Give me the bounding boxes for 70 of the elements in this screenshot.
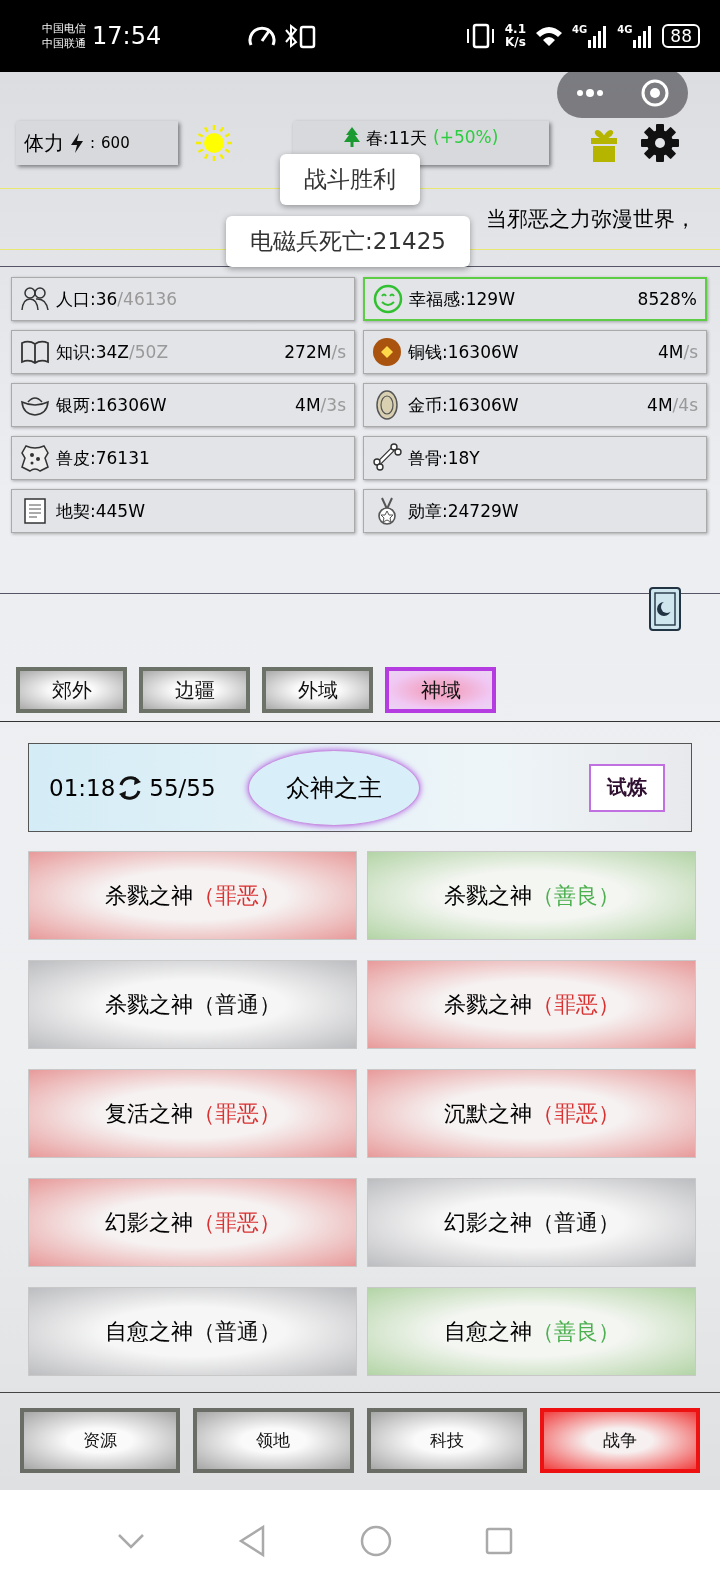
resource-amount: 人口:36/46136 [56,287,178,311]
god-card[interactable]: 复活之神（罪恶） [28,1069,357,1158]
resource-rate: 8528% [637,289,697,309]
god-card[interactable]: 杀戮之神（普通） [28,960,357,1049]
coin-icon [372,337,402,367]
carrier-name: 中国联通 [42,36,86,51]
god-card[interactable]: 幻影之神（普通） [367,1178,696,1267]
season-bonus: (+50%) [433,127,499,147]
network-label: 4G [617,24,633,35]
trial-button[interactable]: 试炼 [589,763,665,812]
season-text: 春:11天 [365,127,428,150]
home-icon[interactable] [358,1524,393,1558]
boss-name: 众神之主 [247,749,420,826]
toast-message: 战斗胜利 [280,154,420,205]
resource-amount: 兽皮:76131 [56,446,150,470]
resource-rate: 4M/4s [647,395,698,415]
bluetooth-battery-icon [283,23,318,49]
close-circle-icon[interactable] [640,78,671,108]
region-tab[interactable]: 边疆 [139,667,250,713]
bone-icon [372,443,402,473]
countdown-timer: 01:18 [49,774,116,801]
resource-amount: 银两:16306W [56,393,167,417]
lightning-icon [70,133,84,153]
recents-icon[interactable] [484,1526,515,1556]
god-card[interactable]: 幻影之神（罪恶） [28,1178,357,1267]
network-label: 4G [572,24,588,35]
speed-unit: K/s [504,36,526,49]
god-card[interactable]: 杀戮之神（善良） [367,851,696,940]
nav-button[interactable]: 战争 [539,1408,700,1473]
god-card[interactable]: 杀戮之神（罪恶） [367,960,696,1049]
stamina-value: 600 [101,134,130,152]
sun-icon [194,123,234,163]
god-card[interactable]: 自愈之神（善良） [367,1287,696,1376]
resource-amount: 勋章:24729W [408,499,519,523]
more-icon[interactable] [574,88,605,98]
region-tab[interactable]: 郊外 [16,667,127,713]
resource-rate: 4M/s [657,342,698,362]
god-card[interactable]: 沉默之神（罪恶） [367,1069,696,1158]
stamina-label: 体力 [24,129,64,157]
nav-button[interactable]: 领地 [193,1408,354,1473]
resource-amount: 地契:445W [56,499,145,523]
attempt-count: 55/55 [149,774,216,801]
resource-rate: 272M/s [284,342,346,362]
region-tab[interactable]: 外域 [262,667,373,713]
carrier-name: 中国电信 [42,21,86,36]
speed-value: 4.1 [504,23,526,36]
resource-amount: 铜钱:16306W [408,340,519,364]
scrolling-notice: 当邪恶之力弥漫世界， [486,206,696,233]
god-card[interactable]: 自愈之神（普通） [28,1287,357,1376]
resource-amount: 知识:34Z/50Z [56,340,169,364]
toast-message: 电磁兵死亡:21425 [226,216,470,267]
separator-text: : [90,134,96,152]
tree-icon [343,127,360,147]
hide-icon [20,443,50,473]
vibrate-icon [464,23,497,49]
smiley-icon [373,284,403,314]
resource-amount: 兽骨:18Y [408,446,480,470]
battery-level: 88 [662,24,700,48]
clock-time: 17:54 [92,22,162,50]
region-tab[interactable]: 神域 [385,667,496,713]
resource-rate: 4M/3s [295,395,346,415]
resource-amount: 金币:16306W [408,393,519,417]
nav-button[interactable]: 资源 [20,1408,181,1473]
resource-amount: 幸福感:129W [409,287,515,311]
down-chevron-icon[interactable] [115,1531,146,1551]
moon-card-icon[interactable] [648,586,682,632]
wifi-icon [534,24,564,48]
nav-button[interactable]: 科技 [366,1408,527,1473]
god-card[interactable]: 杀戮之神（罪恶） [28,851,357,940]
settings-icon[interactable] [641,124,679,162]
